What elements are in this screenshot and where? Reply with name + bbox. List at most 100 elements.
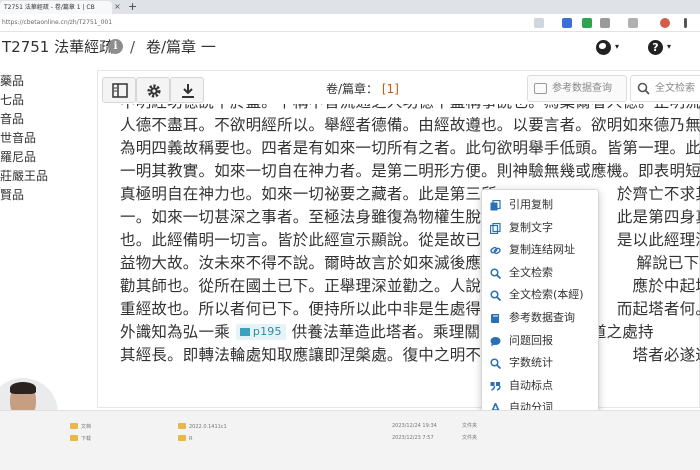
download-button[interactable] [170,77,204,103]
text-line-head[interactable]: 外識知為弘一乘 [120,323,230,341]
text-line[interactable]: 為明四義故稱要也。四者是有如來一切所有之者。此句欲明舉手低頭。皆第一理。此是第 [120,137,700,160]
text-line-tail[interactable]: 應於中起塔供養 [633,277,700,295]
ctx-item-auto-punctuation[interactable]: 自动标点 [482,375,598,398]
text-line[interactable]: 真極明自在神力也。如來一切祕要之藏者。此是第三所 於齊亡不求其 [120,183,700,206]
explorer-name: 文档 [81,424,92,430]
ctx-item-label: 引用复制 [509,198,553,211]
presenter-hair [10,382,36,394]
text-line-mid[interactable]: 供養法華造此塔者。乘理關心 [292,323,496,341]
folder-icon [178,435,186,441]
extension-icon-3[interactable] [600,18,610,28]
translate-icon[interactable] [562,18,572,28]
copy-citation-icon [490,200,501,211]
text-line[interactable]: 一。如來一切甚深之事者。至極法身雖復為物權生脫滅 此是第四身真實 [120,206,700,229]
sidebar-item[interactable]: 莊嚴王品 [0,167,95,186]
explorer-row[interactable]: 文档 [70,423,91,431]
text-line[interactable]: 外識知為弘一乘p195供養法華造此塔者。乘理關心足。得道之處持 [120,321,700,344]
ctx-item-label: 全文检索 [509,265,553,279]
settings-button[interactable] [136,77,170,103]
puzzle-icon[interactable] [628,18,638,28]
extension-icon-2[interactable] [582,18,592,28]
explorer-type: 文件夹 [462,423,478,429]
menu-icon[interactable] [684,18,687,28]
text-line-tail[interactable]: 於齊亡不求其 [617,185,700,203]
ctx-item-report-issue[interactable]: 问题回报 [482,330,598,353]
explorer-row[interactable]: R [178,435,192,443]
text-line-head[interactable]: 勸其師也。從所在國土已下。正舉理深並勸之。人說經之 [120,277,513,295]
text-line[interactable]: 重經故也。所以者何已下。便持所以此中非是生處得道 而起塔者何。若 [120,298,700,321]
text-line[interactable]: 中明經功德說不於盡。下稱中普流通之人功德不盡稱事說也。為業爾者人德。正明流通經 [120,104,700,114]
ctx-item-copy-citation[interactable]: 引用复制 [482,194,598,217]
chevron-down-icon[interactable]: ▾ [615,42,619,51]
text-line[interactable]: 勸其師也。從所在國土已下。正舉理深並勸之。人說經之 應於中起塔供養 [120,275,700,298]
sidebar-item[interactable]: 羅尼品 [0,148,95,167]
ctx-item-reference-search[interactable]: 参考数据查询 [482,307,598,330]
text-line-tail[interactable]: 解說已下 [637,254,700,272]
text-line[interactable]: 其經長。即轉法輪處知取應讓即涅槃處。復中之明不須足 塔者必遂通初名示 [120,344,700,367]
address-bar[interactable]: https://cbetaonline.cn/zh/T2751_001 [0,14,700,32]
sidebar-item[interactable]: 藥品 [0,72,95,91]
ctx-item-search-in-sutra[interactable]: 全文检索(本經) [482,284,598,307]
sidebar-item[interactable]: 音品 [0,110,95,129]
profile-icon[interactable] [660,18,670,28]
info-icon[interactable]: i [108,39,123,54]
chevron-down-icon[interactable]: ▾ [667,42,671,51]
text-line[interactable]: 益物大故。汝未來不得不說。爾時故言於如來滅後應一心 解說已下 [120,252,700,275]
juan-label: 卷/篇章： [326,82,379,96]
explorer-type: 文件夹 [462,435,478,441]
juan-number[interactable]: [1] [382,82,399,96]
reference-book-icon [534,83,547,94]
ctx-item-copy-text[interactable]: 复制文字 [482,217,598,240]
help-icon[interactable]: ? [648,40,663,55]
ctx-item-fulltext-search[interactable]: 全文检索 [482,262,598,285]
text-line-tail[interactable]: 塔者必遂通初名示 [633,346,700,364]
ctx-item-word-count[interactable]: 字数统计 [482,352,598,375]
text-line-tail[interactable]: 而起塔者何。若 [617,300,700,318]
sidebar: 藥品 七品 音品 世音品 羅尼品 莊嚴王品 賢品 [0,72,95,205]
explorer-name: 下载 [81,436,92,442]
browser-tabbar: T2751 法華經疏 - 卷/篇章 1 | CB × + [0,0,700,14]
text-line-head[interactable]: 真極明自在神力也。如來一切祕要之藏者。此是第三所 [120,185,497,203]
url-text[interactable]: https://cbetaonline.cn/zh/T2751_001 [2,17,112,29]
context-menu: 引用复制 复制文字 复制连结网址 全文检索 全文检索(本經) 参考数据查询 问题… [481,189,599,422]
toc-button[interactable] [102,77,136,103]
reference-search-button[interactable]: 参考数据查询 [527,75,627,102]
fulltext-search-button[interactable]: 全文检索 [630,75,700,102]
reader-toolbar: 卷/篇章： [1] 参考数据查询 全文检索 [98,71,700,107]
text-line[interactable]: 也。此經備明一切言。皆於此經宣示顯說。從是故已下 是以此經理深 [120,229,700,252]
close-tab-icon[interactable]: × [114,1,121,13]
page-header: T2751 法華經疏 i / 卷/篇章 一 ▾ ? ▾ [0,33,700,61]
explorer-date: 2023/12/23 7:57 [392,435,434,441]
page-reference[interactable]: p195 [235,324,286,340]
sidebar-item[interactable]: 賢品 [0,186,95,205]
text-line-head[interactable]: 一。如來一切甚深之事者。至極法身雖復為物權生脫滅 [120,208,497,226]
reference-book-icon [491,313,499,323]
ctx-item-copy-link[interactable]: 复制连结网址 [482,239,598,262]
sidebar-item[interactable]: 世音品 [0,129,95,148]
text-line-head[interactable]: 益物大故。汝未來不得不說。爾時故言於如來滅後應一心 [120,254,513,272]
explorer-row[interactable]: 下载 [70,435,91,443]
file-explorer-strip: 文档 2022.0.1411c1 2023/12/24 19:34 文件夹 下载… [0,410,700,470]
globe-icon[interactable] [596,40,611,55]
sutra-text[interactable]: 中明經功德說不於盡。下稱中普流通之人功德不盡稱事說也。為業爾者人德。正明流通經 … [120,104,700,406]
explorer-row[interactable]: 2022.0.1411c1 [178,423,227,431]
text-line-tail[interactable]: 是以此經理深 [617,231,700,249]
text-line-head[interactable]: 其經長。即轉法輪處知取應讓即涅槃處。復中之明不須足 [120,346,513,364]
text-line[interactable]: 一明其教實。如來一切自在神力者。是第二明形方便。則神驗無幾或應機。即表明短分僞 [120,160,700,183]
sidebar-item[interactable]: 七品 [0,91,95,110]
explorer-folder: R [189,436,193,442]
auto-punctuation-icon [490,381,501,391]
text-line-tail[interactable]: 此是第四身真實 [617,208,700,226]
text-line-head[interactable]: 重經故也。所以者何已下。便持所以此中非是生處得道 [120,300,497,318]
text-line[interactable]: 人德不盡耳。不欲明經所以。舉經者德備。由經故遵也。以要言者。欲明如來德乃無量。 [120,114,700,137]
text-line-head[interactable]: 也。此經備明一切言。皆於此經宣示顯說。從是故已下 [120,231,497,249]
browser-tab[interactable]: T2751 法華經疏 - 卷/篇章 1 | CB [0,1,112,14]
search-icon [490,268,501,279]
copy-text-icon [490,222,501,234]
extension-icon[interactable] [534,18,544,28]
new-tab-button[interactable]: + [128,0,137,14]
ctx-item-label: 复制连结网址 [509,243,575,257]
ctx-item-label: 复制文字 [509,220,553,234]
breadcrumb-separator: / [130,38,136,56]
image-icon [239,328,250,336]
